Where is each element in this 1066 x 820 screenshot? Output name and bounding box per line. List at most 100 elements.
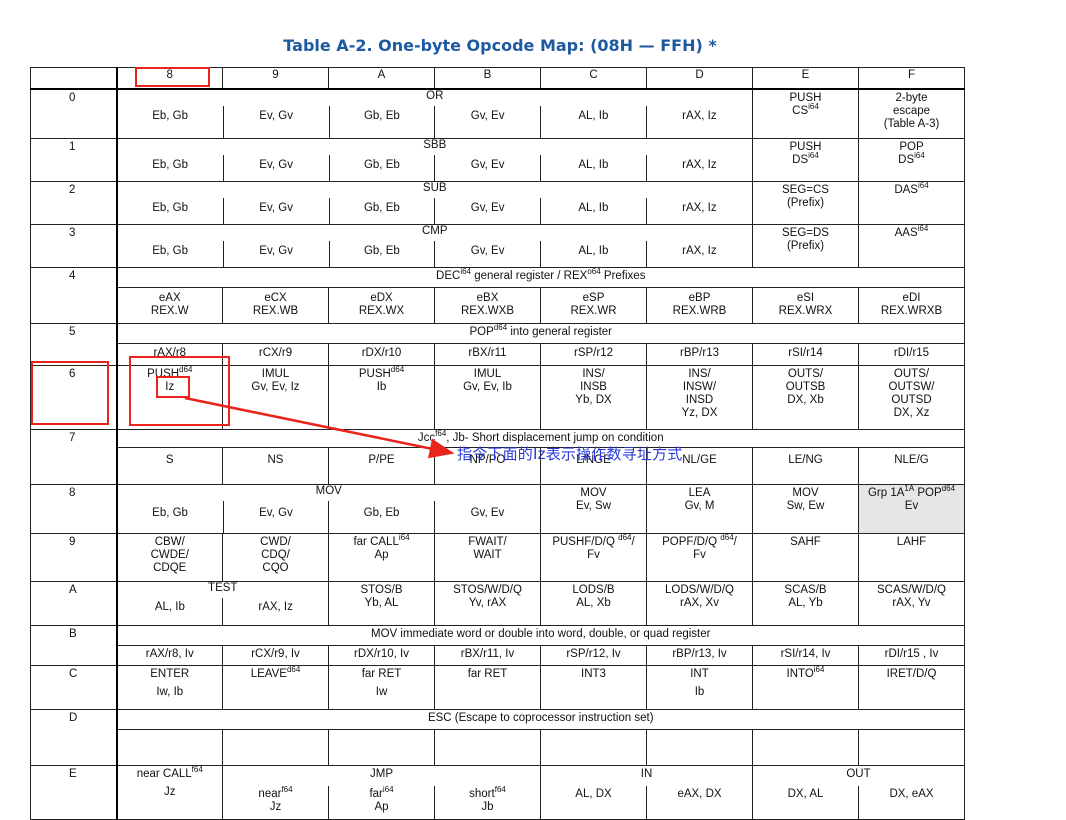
opcode-cell: rBP/r13, Iv xyxy=(646,645,753,666)
opcode-text: DX, Xz xyxy=(893,407,930,419)
group-cell: SUB Eb, Gb Ev, Gv Gb, Eb Gv, Ev AL, Ib r… xyxy=(116,181,753,225)
opcode-cell: CBW/CWDE/CDQE xyxy=(116,533,223,582)
opcode-text: INSW/ xyxy=(682,381,717,393)
superscript: i64 xyxy=(460,267,471,277)
group-cell: CMP Eb, Gb Ev, Gv Gb, Eb Gv, Ev AL, Ib r… xyxy=(116,224,753,268)
opcode-cell: rCX/r9, Iv xyxy=(222,645,329,666)
opcode-text: CDQE xyxy=(153,562,187,574)
opcode-text: Yv, rAX xyxy=(468,597,507,609)
opcode-cell: far RET xyxy=(434,665,541,710)
opcode-cell: Eb, Gb xyxy=(117,501,224,533)
opcode-text: REX.WB xyxy=(252,305,299,317)
opcode-text: Ev, Sw xyxy=(576,500,611,512)
superscript: f64 xyxy=(191,765,203,775)
opcode-cell: PUSH DSi64 xyxy=(752,138,859,182)
row-label: 9 xyxy=(30,533,118,582)
row-title: POPd64 into general register xyxy=(116,323,965,344)
opcode-cell: LODS/W/D/Q rAX, Xv xyxy=(646,581,753,626)
superscript: f64 xyxy=(494,785,506,794)
col-header: A xyxy=(328,67,435,90)
opcode-cell: INTOi64 xyxy=(752,665,859,710)
title-text: Jcc xyxy=(417,432,436,444)
superscript: d64 xyxy=(493,323,508,333)
opcode-text: REX.WR xyxy=(570,305,617,317)
page-title: Table A-2. One-byte Opcode Map: (08H — F… xyxy=(283,36,717,55)
opcode-cell: Ev, Gv xyxy=(223,501,330,533)
opcode-text: eSI xyxy=(796,292,815,304)
opcode-cell: Eb, Gb xyxy=(117,198,224,224)
opcode-cell: SCAS/W/D/Q rAX, Yv xyxy=(858,581,965,626)
opcode-text: near CALL xyxy=(136,768,192,780)
opcode-cell: AL, Ib xyxy=(117,598,224,625)
opcode-cell: LODS/B AL, Xb xyxy=(540,581,647,626)
opcode-cell: Ev, Gv xyxy=(223,106,330,138)
table-row: 8 MOV Eb, Gb Ev, Gv Gb, Eb Gv, Ev MOV Ev,… xyxy=(30,484,965,534)
opcode-text: AAS xyxy=(894,227,918,239)
opcode-cell: PUSHF/D/Q d64/ Fv xyxy=(540,533,647,582)
opcode-text: Gv, Ev, Iz xyxy=(251,381,300,393)
row-label: B xyxy=(30,625,118,666)
opcode-text: Yb, DX xyxy=(575,394,612,406)
opcode-text: Ap xyxy=(374,549,389,561)
col-header: 9 xyxy=(222,67,329,90)
opcode-text: 2-byte xyxy=(895,92,928,104)
table-row: 2 SUB Eb, Gb Ev, Gv Gb, Eb Gv, Ev AL, Ib… xyxy=(30,181,965,225)
opcode-cell: SCAS/B AL, Yb xyxy=(752,581,859,626)
opcode-cell: FWAIT/WAIT xyxy=(434,533,541,582)
row-label: 4 xyxy=(30,267,118,324)
opcode-text: MOV xyxy=(792,487,819,499)
row-label: C xyxy=(30,665,118,710)
opcode-cell: S xyxy=(116,447,223,485)
row-label: 3 xyxy=(30,224,118,268)
opcode-cell xyxy=(328,729,435,766)
superscript: d64 xyxy=(179,365,193,375)
opcode-text: rAX, Xv xyxy=(680,597,719,609)
opcode-text: CDQ/ xyxy=(261,549,290,561)
opcode-cell: Gv, Ev xyxy=(470,507,505,519)
title-text: Prefixes xyxy=(600,270,646,282)
opcode-text: MOV xyxy=(580,487,607,499)
row-label: 5 xyxy=(30,323,118,366)
superscript: i64 xyxy=(813,665,825,675)
col-header: D xyxy=(646,67,753,90)
opcode-cell: Gb, Eb xyxy=(329,241,436,267)
opcode-text: / xyxy=(631,536,635,548)
group-title: MOV xyxy=(315,485,342,498)
table-row: D ESC (Escape to coprocessor instruction… xyxy=(30,709,965,766)
opcode-text: (Prefix) xyxy=(786,197,825,209)
opcode-text: Jz xyxy=(164,786,176,798)
opcode-cell: Ev, Gv xyxy=(223,155,330,181)
opcode-cell: OUTS/OUTSB DX, Xb xyxy=(752,365,859,430)
opcode-cell: Ev, Gv xyxy=(223,198,330,224)
opcode-cell: POP DSi64 xyxy=(858,138,965,182)
opcode-text: SCAS/B xyxy=(784,584,827,596)
opcode-text: IMUL xyxy=(473,368,502,380)
opcode-text: Grp 1A xyxy=(867,487,905,499)
opcode-cell xyxy=(752,729,859,766)
opcode-text: OUTSB xyxy=(785,381,826,393)
opcode-text: eAX xyxy=(158,292,181,304)
title-text: DEC xyxy=(436,270,461,282)
opcode-cell xyxy=(116,729,223,766)
opcode-text: Sw, Ew xyxy=(786,500,825,512)
annotation-text: 指令下面的Iz表示操作数寻址方式 xyxy=(457,445,683,463)
opcode-cell: eDI REX.WRXB xyxy=(858,287,965,324)
opcode-cell: PUSH CSi64 xyxy=(752,88,859,139)
opcode-text: Ap xyxy=(374,800,389,813)
col-header: 8 xyxy=(116,67,223,90)
superscript: i64 xyxy=(808,151,819,161)
opcode-cell: PUSHd64 Iz xyxy=(116,365,223,430)
opcode-cell: rSI/r14, Iv xyxy=(752,645,859,666)
opcode-text: OUTSW/ xyxy=(888,381,935,393)
opcode-cell: near CALLf64 Jz xyxy=(116,765,223,820)
row-label: 6 xyxy=(30,365,118,430)
opcode-text: POP xyxy=(899,141,924,153)
opcode-cell: rAX/r8, Iv xyxy=(116,645,223,666)
opcode-cell: fari64 Ap xyxy=(328,785,435,820)
opcode-text: Ib xyxy=(694,686,705,698)
row-label: 7 xyxy=(30,429,118,485)
opcode-cell: STOS/B Yb, AL xyxy=(328,581,435,626)
opcode-cell: INS/INSB Yb, DX xyxy=(540,365,647,430)
table-row: eAX REX.W eCX REX.WB eDX REX.WX eBX REX.WXB … xyxy=(31,287,965,324)
superscript: i64 xyxy=(398,533,410,543)
